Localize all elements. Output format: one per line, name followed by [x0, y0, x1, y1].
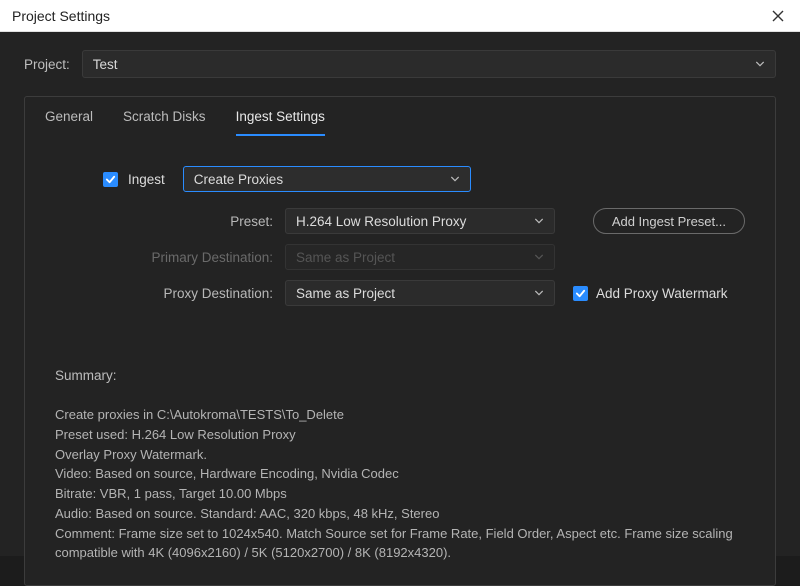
- project-selector-row: Project: Test: [24, 50, 776, 78]
- project-label: Project:: [24, 57, 70, 72]
- preset-label: Preset:: [93, 214, 273, 229]
- window-title: Project Settings: [12, 8, 110, 24]
- proxy-destination-value: Same as Project: [296, 286, 395, 301]
- tab-ingest-settings[interactable]: Ingest Settings: [236, 109, 325, 136]
- summary-block: Summary: Create proxies in C:\Autokroma\…: [55, 368, 745, 563]
- summary-line: Audio: Based on source. Standard: AAC, 3…: [55, 504, 745, 524]
- add-ingest-preset-label: Add Ingest Preset...: [612, 214, 726, 229]
- summary-line: Bitrate: VBR, 1 pass, Target 10.00 Mbps: [55, 484, 745, 504]
- summary-line: Overlay Proxy Watermark.: [55, 445, 745, 465]
- project-select[interactable]: Test: [82, 50, 776, 78]
- tab-general[interactable]: General: [45, 109, 93, 136]
- summary-line: Video: Based on source, Hardware Encodin…: [55, 464, 745, 484]
- chevron-down-icon: [450, 174, 460, 184]
- add-ingest-preset-button[interactable]: Add Ingest Preset...: [593, 208, 745, 234]
- chevron-down-icon: [534, 252, 544, 262]
- close-button[interactable]: [768, 6, 788, 26]
- close-icon: [772, 10, 784, 22]
- primary-destination-label: Primary Destination:: [93, 250, 273, 265]
- primary-destination-select: Same as Project: [285, 244, 555, 270]
- watermark-label: Add Proxy Watermark: [596, 286, 728, 301]
- primary-destination-row: Primary Destination: Same as Project: [93, 244, 745, 270]
- project-select-value: Test: [93, 57, 118, 72]
- check-icon: [575, 288, 586, 299]
- watermark-wrap: Add Proxy Watermark: [573, 286, 736, 301]
- ingest-checkbox[interactable]: [103, 172, 118, 187]
- chevron-down-icon: [534, 288, 544, 298]
- primary-destination-value: Same as Project: [296, 250, 395, 265]
- summary-line: Preset used: H.264 Low Resolution Proxy: [55, 425, 745, 445]
- ingest-action-select[interactable]: Create Proxies: [183, 166, 471, 192]
- chevron-down-icon: [534, 216, 544, 226]
- panel-body: Ingest Create Proxies Preset: H.264 Low …: [25, 136, 775, 585]
- summary-title: Summary:: [55, 368, 745, 383]
- form-grid: Preset: H.264 Low Resolution Proxy Add I…: [93, 208, 745, 306]
- watermark-checkbox[interactable]: [573, 286, 588, 301]
- proxy-destination-label: Proxy Destination:: [93, 286, 273, 301]
- check-icon: [105, 174, 116, 185]
- preset-select[interactable]: H.264 Low Resolution Proxy: [285, 208, 555, 234]
- ingest-row: Ingest Create Proxies: [103, 166, 745, 192]
- preset-value: H.264 Low Resolution Proxy: [296, 214, 466, 229]
- titlebar: Project Settings: [0, 0, 800, 32]
- content-area: Project: Test General Scratch Disks Inge…: [0, 32, 800, 556]
- summary-text: Create proxies in C:\Autokroma\TESTS\To_…: [55, 405, 745, 563]
- proxy-destination-select[interactable]: Same as Project: [285, 280, 555, 306]
- chevron-down-icon: [755, 59, 765, 69]
- summary-line: Create proxies in C:\Autokroma\TESTS\To_…: [55, 405, 745, 425]
- proxy-destination-row: Proxy Destination: Same as Project Add P…: [93, 280, 745, 306]
- ingest-label: Ingest: [128, 172, 165, 187]
- preset-row: Preset: H.264 Low Resolution Proxy Add I…: [93, 208, 745, 234]
- ingest-action-value: Create Proxies: [194, 172, 283, 187]
- tabs: General Scratch Disks Ingest Settings: [25, 97, 775, 136]
- summary-line: Comment: Frame size set to 1024x540. Mat…: [55, 524, 745, 564]
- settings-panel: General Scratch Disks Ingest Settings In…: [24, 96, 776, 586]
- tab-scratch-disks[interactable]: Scratch Disks: [123, 109, 206, 136]
